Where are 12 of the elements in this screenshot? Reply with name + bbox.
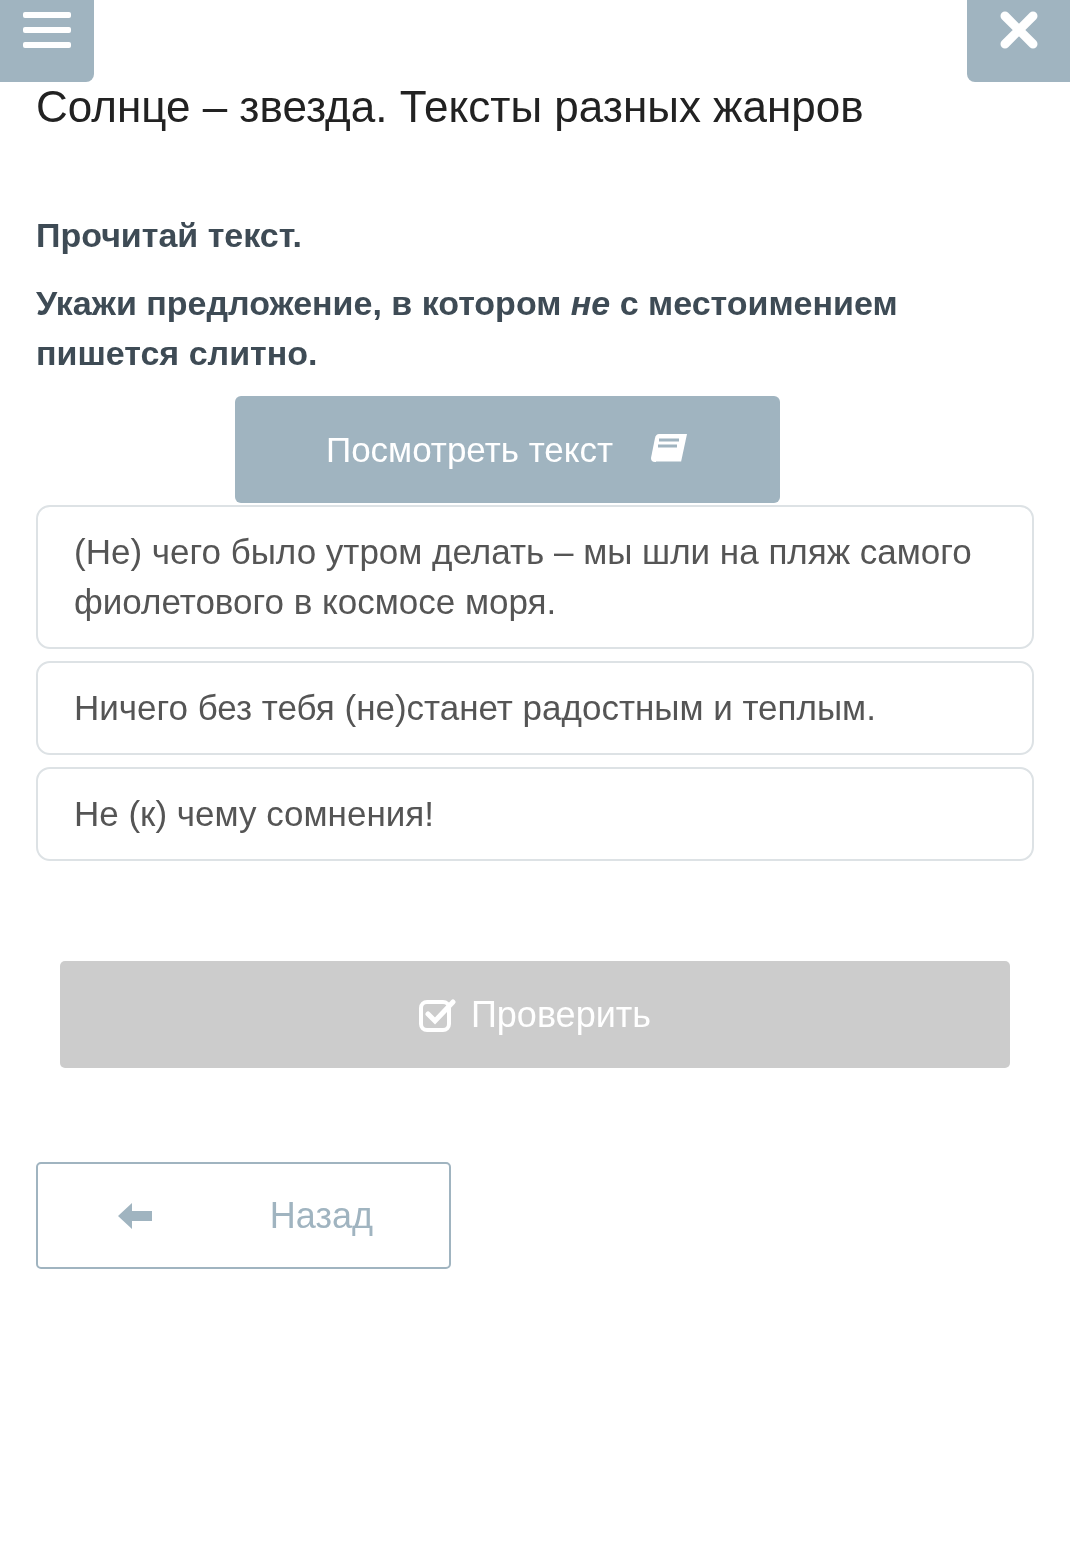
instruction-text: Прочитай текст. [36, 215, 303, 256]
page-title: Солнце – звезда. Тексты разных жанров [36, 82, 865, 132]
close-icon [998, 10, 1039, 50]
menu-button[interactable] [0, 0, 94, 82]
close-button[interactable] [967, 0, 1070, 82]
checkbox-icon [418, 997, 457, 1032]
instruction-text: Укажи предложение, в котором не с местоимением пишется слитно. [36, 283, 899, 374]
answer-option[interactable]: Ничего без тебя (не)станет радостным и теплым. [36, 661, 1034, 755]
answer-option[interactable]: Не (к) чему сомнения! [36, 767, 1034, 861]
answer-option[interactable]: (Не) чего было утром делать – мы шли на пляж самого фиолетового в космосе моря. [36, 505, 1034, 649]
arrow-left-icon [116, 1200, 154, 1231]
menu-icon [23, 10, 71, 50]
